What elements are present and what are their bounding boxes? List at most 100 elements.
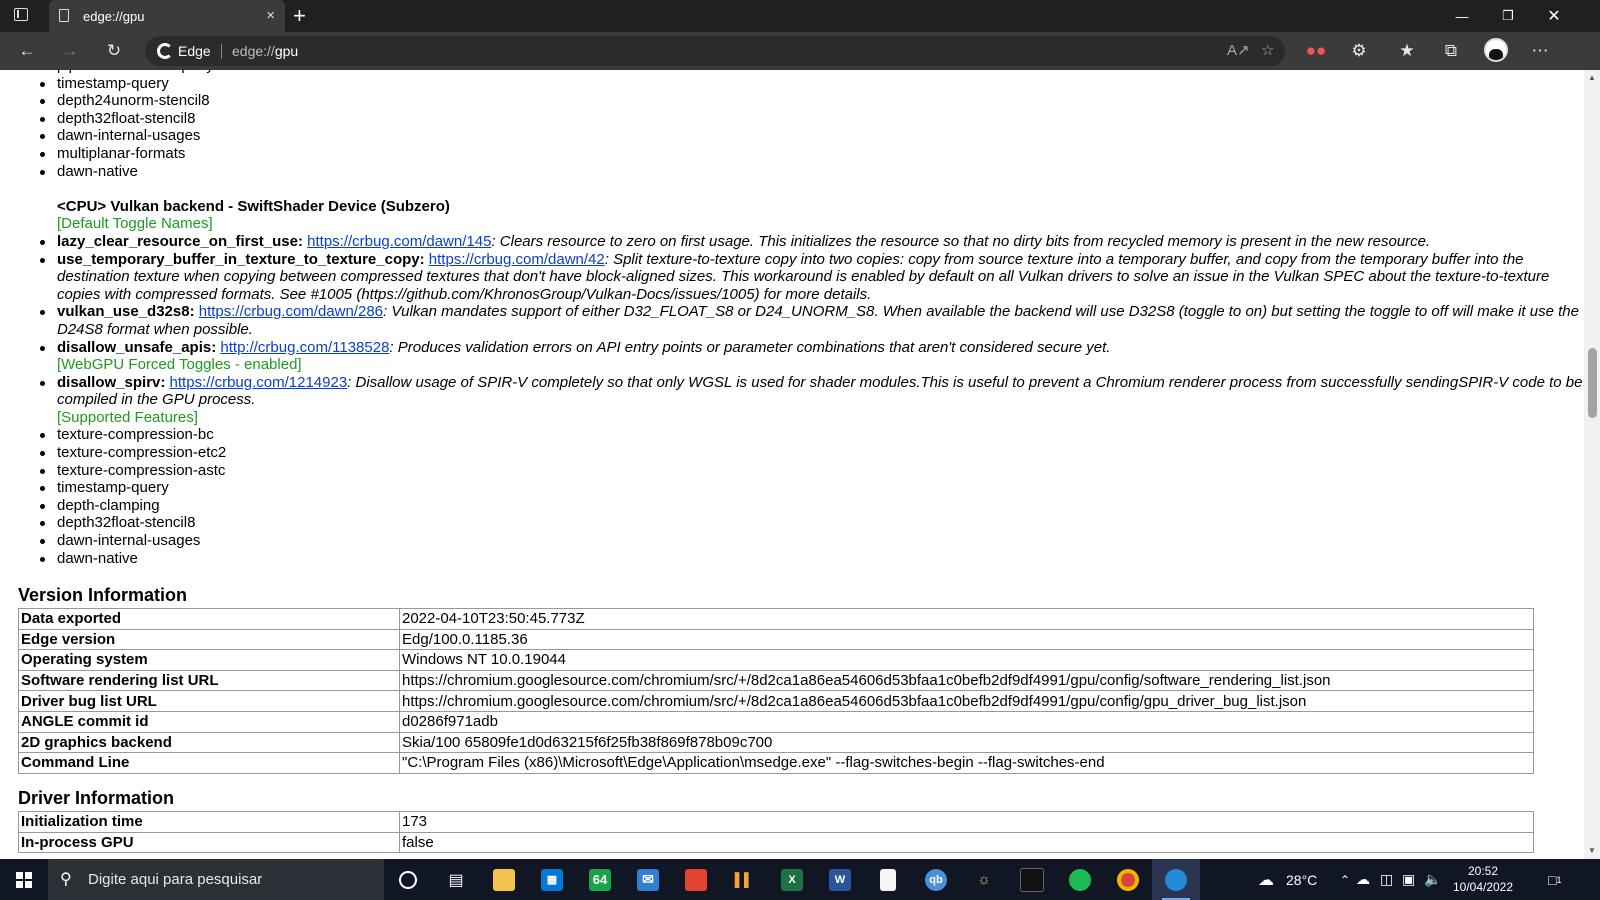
tab-actions-icon[interactable] — [14, 8, 28, 21]
list-item: depth-clamping — [0, 497, 1584, 515]
driver-info-table: Initialization time 173 In-process GPU fal… — [18, 811, 1534, 854]
list-item: depth24unorm-stencil8 — [0, 92, 1584, 110]
list-item: dawn-native — [0, 163, 1584, 181]
edge-taskbar-button[interactable] — [1152, 859, 1200, 900]
toggle-link[interactable]: https://crbug.com/dawn/286 — [199, 303, 383, 320]
supported-feature-list: texture-compression-bc texture-compressi… — [0, 426, 1584, 567]
favorites-icon[interactable]: ★ — [1389, 32, 1425, 70]
scroll-thumb[interactable] — [1588, 348, 1597, 418]
extension-glasses-icon[interactable]: ●● — [1298, 32, 1334, 70]
taskbar-search[interactable]: ⚲ Digite aqui para pesquisar — [48, 859, 384, 900]
page-icon — [59, 9, 69, 22]
scroll-up-icon[interactable]: ▲ — [1588, 73, 1596, 82]
table-row: 2D graphics backend Skia/100 65809fe1d0d6… — [18, 731, 1534, 754]
chrome-button[interactable] — [1104, 859, 1152, 900]
scroll-down-icon[interactable]: ▼ — [1588, 846, 1596, 855]
new-tab-button[interactable]: + — [293, 3, 306, 29]
qbittorrent-button[interactable]: qb — [912, 859, 960, 900]
office-button[interactable] — [672, 859, 720, 900]
toggle-link[interactable]: https://crbug.com/1214923 — [170, 374, 348, 391]
game-app-button[interactable]: ☼ — [960, 859, 1008, 900]
windows-logo-icon — [15, 871, 32, 888]
forward-button[interactable]: → — [52, 32, 88, 70]
default-toggles-label: [Default Toggle Names] — [57, 215, 213, 233]
search-icon: ⚲ — [60, 871, 72, 888]
forced-toggle-list: disallow_spirv: https://crbug.com/121492… — [0, 374, 1584, 409]
task-view-button[interactable]: ▤ — [432, 859, 480, 900]
chrome-icon — [1117, 868, 1139, 891]
task-view-icon: ▤ — [448, 871, 464, 889]
notification-count: 1 — [1556, 874, 1562, 885]
network-icon[interactable]: ▣ — [1402, 859, 1415, 900]
version-info-title: Version Information — [18, 585, 188, 605]
table-row: In-process GPU false — [18, 831, 1534, 854]
cortana-button[interactable] — [384, 859, 432, 900]
address-url[interactable]: edge://gpu — [232, 43, 298, 59]
list-item: texture-compression-astc — [0, 462, 1584, 480]
refresh-button[interactable]: ↻ — [96, 32, 132, 70]
minimize-button[interactable]: — — [1439, 0, 1485, 32]
clock-time: 20:52 — [1467, 864, 1499, 878]
notifications-button[interactable]: □ 1 — [1548, 859, 1561, 900]
list-item: depth32float-stencil8 — [0, 514, 1584, 532]
add-favorite-icon[interactable]: ☆ — [1261, 41, 1274, 59]
cortana-icon — [399, 870, 417, 889]
list-item: texture-compression-bc — [0, 426, 1584, 444]
toggle-link[interactable]: http://crbug.com/1138528 — [220, 339, 389, 356]
clock[interactable]: 20:52 10/04/2022 — [1440, 863, 1526, 895]
edge-logo-icon — [157, 43, 173, 59]
tab-close-icon[interactable]: × — [266, 7, 275, 24]
tab-title: edge://gpu — [83, 9, 145, 24]
chart-app-button[interactable]: ▌▌ — [720, 859, 768, 900]
office-icon — [685, 868, 707, 891]
word-button[interactable]: W — [816, 859, 864, 900]
toggle-link[interactable]: https://crbug.com/dawn/145 — [307, 233, 491, 250]
settings-more-icon[interactable]: ⋯ — [1522, 32, 1558, 70]
list-item: timestamp-query — [0, 479, 1584, 497]
store-icon: ▦ — [541, 868, 563, 891]
notepad-button[interactable] — [864, 859, 912, 900]
cloud-icon: ☁ — [1258, 871, 1274, 889]
toggle-item: vulkan_use_d32s8: https://crbug.com/dawn… — [0, 303, 1584, 338]
table-row: ANGLE commit id d0286f971adb — [18, 710, 1534, 733]
address-brand: Edge — [178, 43, 211, 59]
driver-info-title: Driver Information — [18, 788, 175, 808]
weather-widget[interactable]: ☁ 28°C — [1258, 859, 1317, 900]
supported-features-label: [Supported Features] — [57, 408, 198, 426]
store-button[interactable]: ▦ — [528, 859, 576, 900]
extensions-icon[interactable]: ⚙ — [1341, 32, 1377, 70]
excel-button[interactable]: X — [768, 859, 816, 900]
address-bar[interactable]: Edge edge://gpu A↗ ☆ — [145, 36, 1285, 66]
mail-button[interactable]: ✉ — [624, 859, 672, 900]
onedrive-icon[interactable]: ☁ — [1356, 859, 1370, 900]
read-aloud-icon[interactable]: A↗ — [1227, 41, 1250, 59]
notification-icon: □ — [1548, 871, 1557, 888]
table-row: Edge version Edg/100.0.1185.36 — [18, 628, 1534, 651]
toggle-link[interactable]: https://crbug.com/dawn/42 — [429, 251, 605, 268]
top-feature-list: pipeline-statistics-query timestamp-quer… — [0, 70, 1584, 180]
list-item: dawn-internal-usages — [0, 127, 1584, 145]
browser-tab[interactable]: edge://gpu × — [49, 0, 285, 32]
list-item: depth32float-stencil8 — [0, 110, 1584, 128]
table-row: Driver bug list URL https://chromium.goog… — [18, 690, 1534, 712]
spotify-button[interactable] — [1056, 859, 1104, 900]
vertical-scrollbar[interactable]: ▲ ▼ — [1584, 70, 1600, 859]
version-info-table: Data exported 2022-04-10T23:50:45.773Z Ed… — [18, 608, 1534, 774]
search-placeholder: Digite aqui para pesquisar — [88, 871, 263, 888]
volume-icon[interactable]: 🔈 — [1424, 859, 1441, 900]
collections-icon[interactable]: ⧉ — [1433, 32, 1469, 70]
close-window-button[interactable]: ✕ — [1531, 0, 1577, 32]
weather-temp: 28°C — [1286, 871, 1318, 888]
restore-button[interactable]: ❐ — [1485, 0, 1531, 32]
device-icon[interactable]: ◫ — [1380, 859, 1393, 900]
forced-toggles-label: [WebGPU Forced Toggles - enabled] — [57, 356, 302, 374]
counter-app-button[interactable]: 64 — [576, 859, 624, 900]
media-app-button[interactable] — [1008, 859, 1056, 900]
show-hidden-icons[interactable]: ⌃ — [1340, 859, 1350, 900]
list-item: dawn-internal-usages — [0, 532, 1584, 550]
file-explorer-button[interactable] — [480, 859, 528, 900]
start-button[interactable] — [0, 859, 47, 900]
profile-avatar[interactable] — [1484, 38, 1508, 62]
list-item: texture-compression-etc2 — [0, 444, 1584, 462]
back-button[interactable]: ← — [9, 32, 45, 70]
